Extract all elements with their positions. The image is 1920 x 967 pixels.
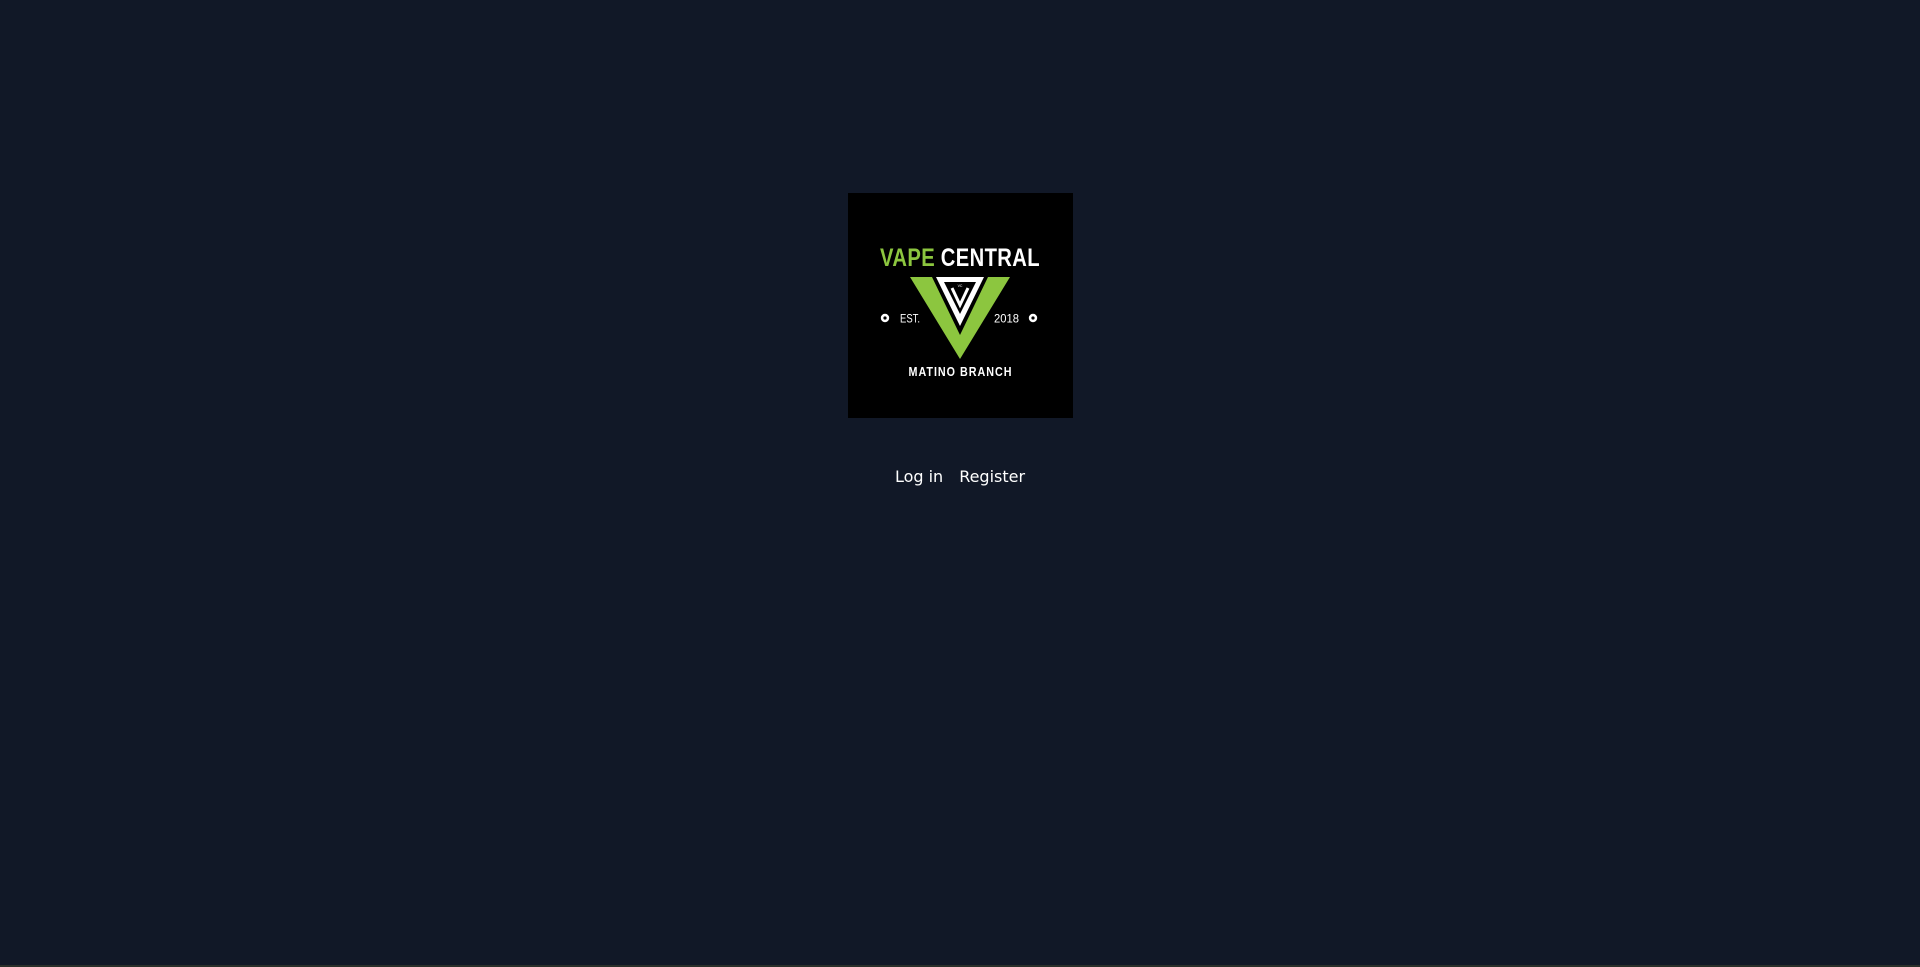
logo-left-dot-center (883, 316, 887, 320)
vape-central-logo: VAPECENTRAL VC EST. 2018 MATINO BRANCH (848, 193, 1073, 418)
page: VAPECENTRAL VC EST. 2018 MATINO BRANCH L… (0, 0, 1920, 967)
logo-emblem-text: VC (958, 284, 963, 288)
auth-nav: Log in Register (0, 465, 1920, 489)
logo-brand-word-2: CENTRAL (941, 244, 1040, 272)
logo-brand-title: VAPECENTRAL (880, 244, 1040, 272)
logo-brand-word-1: VAPE (880, 244, 935, 272)
logo-year: 2018 (994, 312, 1019, 326)
logo-est-label: EST. (900, 312, 920, 326)
logo-graphic: VAPECENTRAL VC EST. 2018 MATINO BRANCH (880, 244, 1040, 379)
register-link[interactable]: Register (959, 465, 1025, 489)
logo-branch: MATINO BRANCH (909, 364, 1013, 379)
login-link[interactable]: Log in (895, 465, 943, 489)
logo-right-dot-center (1031, 316, 1035, 320)
